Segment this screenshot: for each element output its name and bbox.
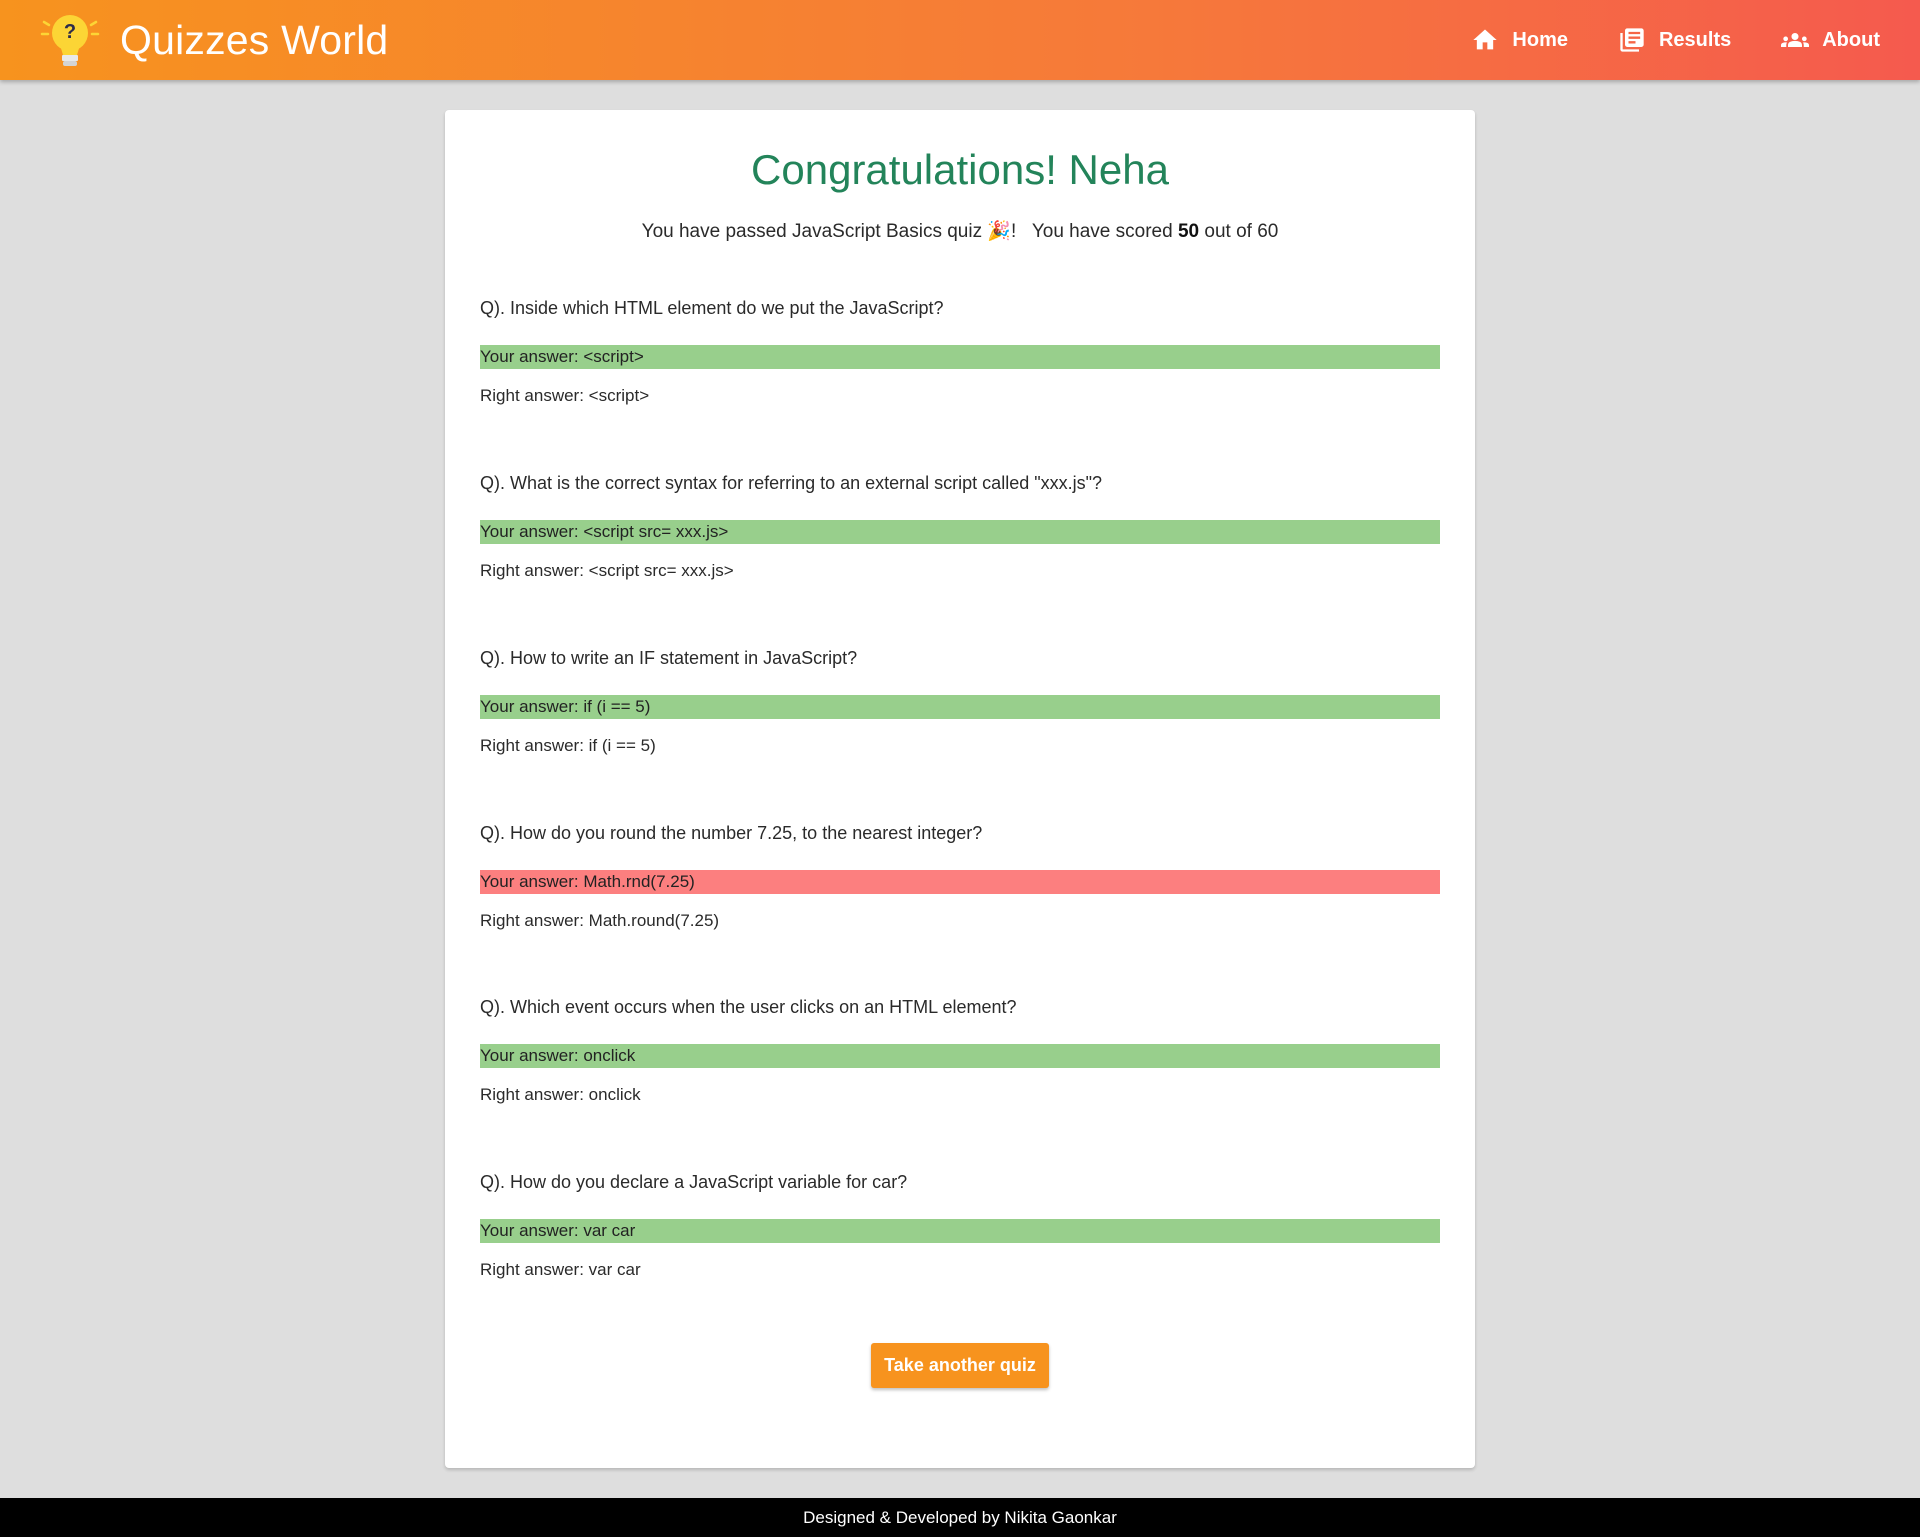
nav-results-link[interactable]: Results — [1618, 26, 1731, 54]
brand[interactable]: ? Quizzes World — [38, 8, 388, 72]
nav-home-link[interactable]: Home — [1471, 26, 1568, 54]
svg-text:?: ? — [64, 21, 76, 43]
score-value: 50 — [1177, 221, 1200, 242]
right-answer: Right answer: Math.round(7.25) — [480, 911, 720, 930]
nav-results-label: Results — [1658, 28, 1732, 51]
footer-credit: Designed & Developed by Nikita Gaonkar — [0, 1498, 1920, 1537]
right-answer: Right answer: <script> — [480, 386, 650, 405]
question-text: Q). How do you declare a JavaScript vari… — [480, 1172, 908, 1192]
question-text: Q). How do you round the number 7.25, to… — [480, 823, 983, 843]
result-card: Congratulations! Neha You have passed Ja… — [445, 110, 1475, 1468]
your-answer: Your answer: var car — [480, 1219, 1440, 1243]
people-icon — [1781, 33, 1810, 47]
home-icon — [1473, 29, 1498, 50]
your-answer: Your answer: Math.rnd(7.25) — [480, 870, 1440, 894]
party-popper-icon: 🎉 — [987, 221, 1012, 242]
lightbulb-question-icon: ? — [40, 15, 100, 66]
your-answer: Your answer: onclick — [480, 1044, 1440, 1068]
passed-suffix: ! — [1011, 221, 1017, 242]
score-suffix: out of 60 — [1204, 221, 1279, 242]
top-navbar: ? Quizzes World Home Results About — [0, 0, 1920, 80]
nav-about-label: About — [1822, 28, 1880, 51]
your-answer: Your answer: if (i == 5) — [480, 695, 1440, 719]
your-answer: Your answer: <script> — [480, 345, 1440, 369]
nav-links: Home Results About — [1421, 0, 1880, 80]
passed-text: You have passed JavaScript Basics quiz — [641, 221, 983, 242]
your-answer: Your answer: <script src= xxx.js> — [480, 520, 1440, 544]
question-text: Q). Inside which HTML element do we put … — [480, 298, 944, 318]
question-text: Q). What is the correct syntax for refer… — [480, 473, 1103, 493]
question-text: Q). How to write an IF statement in Java… — [480, 648, 858, 668]
right-answer: Right answer: var car — [480, 1260, 641, 1279]
result-summary: You have passed JavaScript Basics quiz 🎉… — [445, 210, 1475, 254]
right-answer: Right answer: onclick — [480, 1085, 641, 1104]
right-answer: Right answer: if (i == 5) — [480, 736, 656, 755]
score-prefix: You have scored — [1031, 221, 1173, 242]
nav-about-link[interactable]: About — [1781, 26, 1880, 54]
question-text: Q). Which event occurs when the user cli… — [480, 997, 1017, 1017]
take-another-quiz-button[interactable]: Take another quiz — [871, 1343, 1049, 1388]
library-books-icon — [1620, 28, 1644, 52]
brand-title: Quizzes World — [120, 16, 389, 63]
right-answer: Right answer: <script src= xxx.js> — [480, 561, 734, 580]
congratulations-heading: Congratulations! Neha — [751, 146, 1169, 193]
nav-home-label: Home — [1512, 28, 1568, 51]
